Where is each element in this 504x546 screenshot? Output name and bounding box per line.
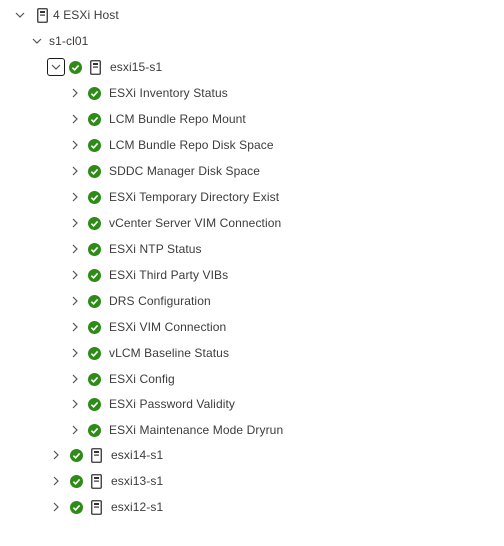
check-row[interactable]: DRS Configuration [0,288,211,314]
server-icon [91,473,102,489]
success-check-icon [88,320,101,334]
tree-node-label: 4 ESXi Host [53,8,119,22]
server-icon [91,447,102,463]
check-row[interactable]: LCM Bundle Repo Disk Space [0,132,274,158]
server-icon [37,7,48,23]
check-row[interactable]: ESXi Password Validity [0,391,235,417]
chevron-down-icon[interactable] [14,9,26,21]
chevron-down-icon[interactable] [47,58,65,76]
check-row[interactable]: LCM Bundle Repo Mount [0,106,246,132]
check-row[interactable]: ESXi NTP Status [0,236,202,262]
check-row[interactable]: vLCM Baseline Status [0,340,229,366]
tree-node-cluster[interactable]: s1-cl01 [0,28,88,54]
check-label: ESXi Maintenance Mode Dryrun [109,423,284,437]
success-check-icon [88,397,101,411]
success-check-icon [88,268,101,282]
check-label: ESXi Config [109,372,175,386]
tree-node-host[interactable]: esxi13-s1 [0,468,163,494]
success-check-icon [88,164,101,178]
tree-node-root[interactable]: 4 ESXi Host [0,2,119,28]
tree-node-label: esxi14-s1 [111,448,164,462]
check-label: vCenter Server VIM Connection [109,216,282,230]
success-check-icon [88,372,101,386]
chevron-right-icon[interactable] [69,321,81,333]
check-row[interactable]: ESXi VIM Connection [0,314,226,340]
tree-node-label: s1-cl01 [49,34,89,48]
success-check-icon [70,474,83,488]
chevron-right-icon[interactable] [69,347,81,359]
check-label: ESXi Password Validity [109,397,236,411]
success-check-icon [88,423,101,437]
check-row[interactable]: ESXi Temporary Directory Exist [0,184,279,210]
check-label: SDDC Manager Disk Space [109,164,261,178]
chevron-right-icon[interactable] [69,217,81,229]
check-label: ESXi Temporary Directory Exist [109,190,280,204]
check-label: DRS Configuration [109,294,211,308]
success-check-icon [88,346,101,360]
tree-node-label: esxi15-s1 [110,60,163,74]
success-check-icon [88,86,101,100]
check-row[interactable]: vCenter Server VIM Connection [0,210,281,236]
check-row[interactable]: ESXi Maintenance Mode Dryrun [0,417,283,443]
server-icon [90,59,101,75]
server-icon [91,499,102,515]
success-check-icon [88,294,101,308]
chevron-right-icon[interactable] [50,449,62,461]
success-check-icon [88,242,101,256]
chevron-right-icon[interactable] [69,398,81,410]
tree-node-label: esxi13-s1 [111,474,164,488]
chevron-right-icon[interactable] [50,475,62,487]
chevron-down-icon[interactable] [31,35,43,47]
chevron-right-icon[interactable] [69,269,81,281]
chevron-right-icon[interactable] [69,191,81,203]
chevron-right-icon[interactable] [69,165,81,177]
success-check-icon [70,500,83,514]
success-check-icon [88,138,101,152]
chevron-right-icon[interactable] [69,424,81,436]
check-label: vLCM Baseline Status [109,346,230,360]
check-row[interactable]: ESXi Config [0,366,175,392]
success-check-icon [88,216,101,230]
tree-node-host[interactable]: esxi14-s1 [0,442,163,468]
check-row[interactable]: ESXi Third Party VIBs [0,262,228,288]
tree-node-label: esxi12-s1 [111,500,164,514]
chevron-right-icon[interactable] [69,113,81,125]
check-label: ESXi Third Party VIBs [109,268,229,282]
chevron-right-icon[interactable] [69,373,81,385]
check-label: ESXi VIM Connection [109,320,227,334]
check-label: LCM Bundle Repo Disk Space [109,138,274,152]
tree-node-host[interactable]: esxi15-s1 [0,54,162,80]
chevron-right-icon[interactable] [69,243,81,255]
check-label: ESXi NTP Status [109,242,202,256]
chevron-right-icon[interactable] [50,501,62,513]
check-row[interactable]: SDDC Manager Disk Space [0,158,260,184]
success-check-icon [69,60,82,74]
tree-node-host[interactable]: esxi12-s1 [0,494,163,520]
check-label: ESXi Inventory Status [109,86,228,100]
chevron-right-icon[interactable] [69,139,81,151]
success-check-icon [88,112,101,126]
check-label: LCM Bundle Repo Mount [109,112,246,126]
chevron-right-icon[interactable] [69,295,81,307]
check-row[interactable]: ESXi Inventory Status [0,80,228,106]
chevron-right-icon[interactable] [69,87,81,99]
success-check-icon [70,448,83,462]
success-check-icon [88,190,101,204]
